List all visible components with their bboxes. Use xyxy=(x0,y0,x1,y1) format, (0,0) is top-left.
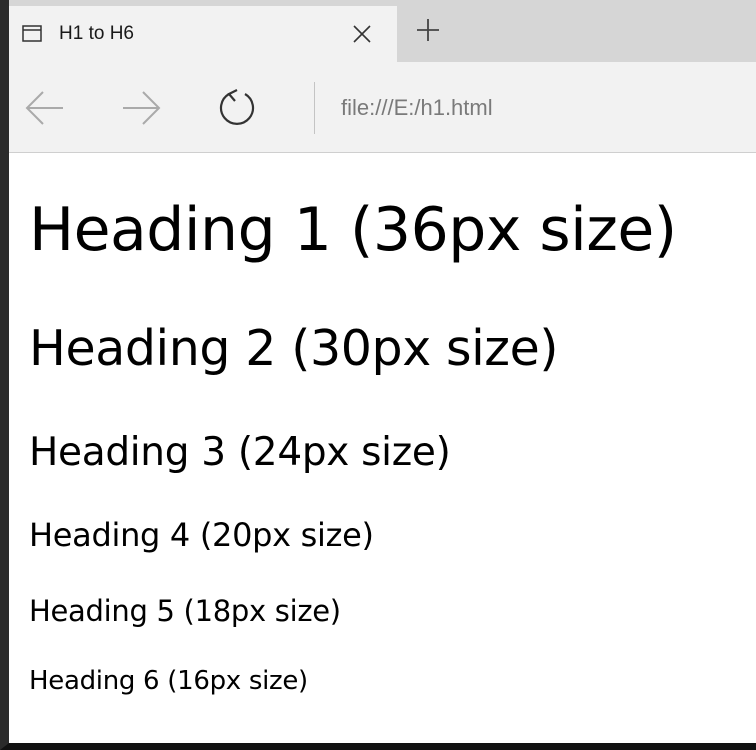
heading-3: Heading 3 (24px size) xyxy=(29,430,451,475)
toolbar-divider xyxy=(314,82,315,134)
tab-h1-to-h6[interactable]: H1 to H6 xyxy=(9,6,397,62)
window-icon xyxy=(22,24,42,44)
plus-icon[interactable] xyxy=(414,16,442,44)
address-bar[interactable] xyxy=(341,88,741,128)
heading-5: Heading 5 (18px size) xyxy=(29,594,341,628)
refresh-icon[interactable] xyxy=(215,86,259,130)
heading-2: Heading 2 (30px size) xyxy=(29,320,559,377)
heading-1: Heading 1 (36px size) xyxy=(29,195,677,265)
tab-strip: H1 to H6 xyxy=(9,0,756,62)
arrow-right-icon[interactable] xyxy=(119,86,163,130)
close-icon[interactable] xyxy=(349,21,375,47)
browser-window: H1 to H6 file:///E:/h1.html Heading 1 (3… xyxy=(0,0,756,750)
arrow-left-icon[interactable] xyxy=(23,86,67,130)
heading-4: Heading 4 (20px size) xyxy=(29,516,374,554)
navigation-bar xyxy=(9,62,756,153)
tab-title: H1 to H6 xyxy=(59,23,134,44)
heading-6: Heading 6 (16px size) xyxy=(29,666,308,696)
